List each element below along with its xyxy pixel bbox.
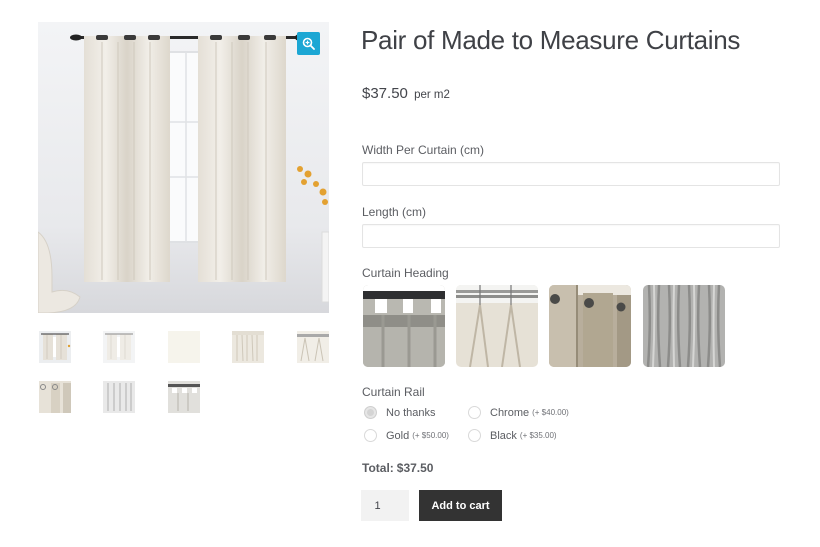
heading-swatch-wave[interactable] bbox=[643, 285, 725, 367]
order-total: Total: $37.50 bbox=[362, 461, 433, 475]
rail-option-label: Chrome bbox=[490, 406, 530, 419]
length-label: Length (cm) bbox=[362, 205, 427, 219]
product-main-image[interactable] bbox=[38, 22, 329, 313]
price-unit: per m2 bbox=[414, 89, 450, 101]
rail-option-no-thanks[interactable]: No thanks bbox=[364, 406, 436, 419]
gallery-thumbnail[interactable] bbox=[168, 331, 200, 363]
add-to-cart-button[interactable]: Add to cart bbox=[419, 490, 502, 521]
magnifier-plus-icon bbox=[302, 37, 315, 50]
rail-option-label: Gold bbox=[386, 429, 410, 442]
rail-option-price: (+ $35.00) bbox=[519, 431, 557, 440]
rail-option-black[interactable]: Black (+ $35.00) bbox=[468, 429, 557, 442]
gallery-thumbnail[interactable] bbox=[232, 331, 264, 363]
product-title: Pair of Made to Measure Curtains bbox=[361, 25, 741, 55]
gallery-thumbnail[interactable] bbox=[297, 331, 329, 363]
width-label: Width Per Curtain (cm) bbox=[362, 143, 485, 157]
radio-button[interactable] bbox=[468, 406, 481, 419]
rail-option-gold[interactable]: Gold (+ $50.00) bbox=[364, 429, 449, 442]
heading-swatch-tab-top[interactable] bbox=[363, 285, 445, 367]
total-label: Total: bbox=[362, 461, 394, 475]
heading-swatch-eyelet[interactable] bbox=[549, 285, 631, 367]
curtain-photo bbox=[38, 22, 329, 313]
product-price: $37.50 per m2 bbox=[362, 85, 450, 102]
rail-option-price: (+ $40.00) bbox=[532, 408, 569, 417]
curtain-heading-label: Curtain Heading bbox=[362, 266, 449, 280]
quantity-input[interactable] bbox=[361, 490, 409, 521]
gallery-thumbnail[interactable] bbox=[103, 381, 135, 413]
gallery-thumbnail[interactable] bbox=[39, 381, 71, 413]
price-amount: $37.50 bbox=[362, 85, 408, 102]
curtain-rail-label: Curtain Rail bbox=[362, 385, 425, 399]
rail-option-label: Black bbox=[490, 429, 517, 442]
rail-option-price: (+ $50.00) bbox=[412, 431, 449, 440]
radio-button[interactable] bbox=[364, 429, 377, 442]
image-zoom-button[interactable] bbox=[297, 32, 320, 55]
gallery-thumbnail[interactable] bbox=[168, 381, 200, 413]
total-value: $37.50 bbox=[396, 461, 434, 475]
gallery-thumbnail[interactable] bbox=[103, 331, 135, 363]
rail-option-chrome[interactable]: Chrome (+ $40.00) bbox=[468, 406, 569, 419]
radio-button[interactable] bbox=[468, 429, 481, 442]
radio-button-checked[interactable] bbox=[364, 406, 377, 419]
gallery-thumbnail[interactable] bbox=[39, 331, 71, 363]
heading-swatch-pinch-pleat[interactable] bbox=[456, 285, 538, 367]
rail-option-label: No thanks bbox=[386, 406, 436, 419]
length-input[interactable] bbox=[362, 224, 780, 248]
width-input[interactable] bbox=[362, 162, 780, 186]
